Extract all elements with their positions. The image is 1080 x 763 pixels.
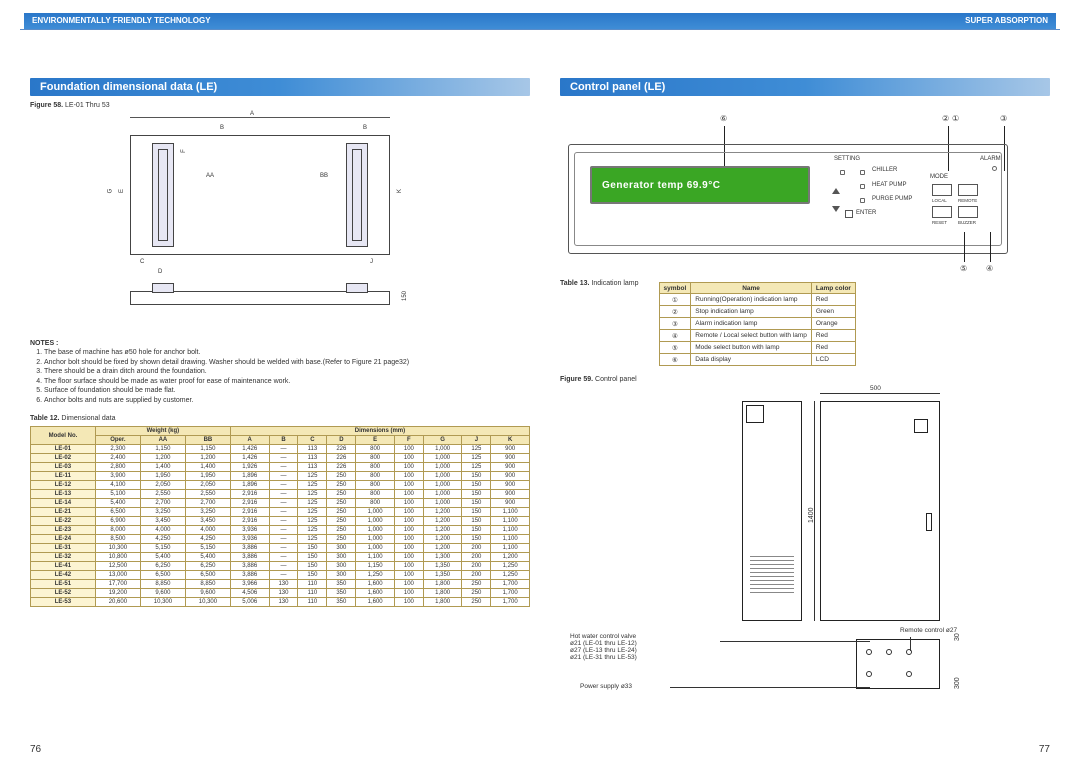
dimensional-data-table: Model No. Weight (kg) Dimensions (mm) Op… (30, 426, 530, 607)
section-title-control-panel: Control panel (LE) (560, 78, 1050, 96)
document-header: ENVIRONMENTALLY FRIENDLY TECHNOLOGY SUPE… (20, 12, 1060, 30)
table-row: ①Running(Operation) indication lampRed (659, 294, 855, 306)
note-item: Surface of foundation should be made fla… (44, 386, 530, 395)
section-title-foundation: Foundation dimensional data (LE) (30, 78, 530, 96)
table-row: LE-5117,7008,8508,8503,9661301103501,600… (31, 580, 530, 589)
note-item: Anchor bolts and nuts are supplied by cu… (44, 396, 530, 405)
note-item: The floor surface should be made as wate… (44, 377, 530, 386)
table-row: LE-012,3001,1501,1501,426—1132268001001,… (31, 445, 530, 454)
figure58-caption: Figure 58. LE-01 Thru 53 (30, 102, 530, 109)
table-row: ④Remote / Local select button with lampR… (659, 330, 855, 342)
table-row: LE-135,1002,5502,5502,916—1252508001001,… (31, 490, 530, 499)
table-row: LE-022,4001,2001,2001,426—1132268001001,… (31, 454, 530, 463)
table-row: LE-032,8001,4001,4001,926—1132268001001,… (31, 463, 530, 472)
foundation-drawing: A B B G E F K AA BB C D J 150 (30, 113, 490, 333)
table13-caption: Table 13. Indication lamp (560, 278, 639, 287)
table-row: LE-4112,5006,2506,2503,886—1503001,15010… (31, 562, 530, 571)
control-panel-illustration: ⑥ ② ① ③ Generator temp 69.9°C SETTING CH… (560, 114, 1040, 274)
table-row: LE-216,5003,2503,2502,916—1252501,000100… (31, 508, 530, 517)
indication-lamp-table: symbolNameLamp color ①Running(Operation)… (659, 282, 856, 366)
page-number-right: 77 (1039, 744, 1050, 755)
table-row: LE-5219,2009,6009,6004,5061301103501,600… (31, 589, 530, 598)
table-row: LE-3210,8005,4005,4003,886—1503001,10010… (31, 553, 530, 562)
callout-3: ③ (1000, 114, 1007, 123)
figure59-caption: Figure 59. Control panel (560, 376, 1050, 383)
note-item: The base of machine has ø50 hole for anc… (44, 348, 530, 357)
page-number-left: 76 (30, 744, 41, 755)
table-row: LE-4213,0006,5006,5003,886—1503001,25010… (31, 571, 530, 580)
table-row: LE-238,0004,0004,0003,936—1252501,000100… (31, 526, 530, 535)
table-row: ②Stop indication lampGreen (659, 306, 855, 318)
callout-1: ① (952, 114, 959, 123)
table-row: ⑥Data displayLCD (659, 354, 855, 366)
header-right: SUPER ABSORPTION (965, 16, 1048, 25)
remote-control-label: Remote control ø27 (900, 627, 957, 634)
table-row: LE-145,4002,7002,7002,916—1252508001001,… (31, 499, 530, 508)
table-row: LE-226,9003,4503,4502,916—1252501,000100… (31, 517, 530, 526)
table-row: LE-5320,60010,30010,3005,0061301103501,6… (31, 598, 530, 607)
table-row: LE-113,9001,9501,9501,896—1252508001001,… (31, 472, 530, 481)
header-left: ENVIRONMENTALLY FRIENDLY TECHNOLOGY (32, 16, 211, 25)
note-item: Anchor bolt should be fixed by shown det… (44, 358, 530, 367)
callout-6: ⑥ (720, 114, 727, 123)
callout-2: ② (942, 114, 949, 123)
table-row: LE-3110,3005,1505,1503,886—1503001,00010… (31, 544, 530, 553)
control-panel-cabinet-drawing: 500 1400 300 30 Hot water control valve … (690, 393, 1010, 703)
hot-water-label: Hot water control valve ø21 (LE-01 thru … (570, 633, 720, 661)
notes-block: NOTES : The base of machine has ø50 hole… (30, 339, 530, 405)
table-row: ③Alarm indication lampOrange (659, 318, 855, 330)
callout-4: ④ (986, 264, 993, 273)
table-row: LE-124,1002,0502,0501,896—1252508001001,… (31, 481, 530, 490)
table12-caption: Table 12. Dimensional data (30, 415, 530, 422)
table-row: ⑤Mode select button with lampRed (659, 342, 855, 354)
power-supply-label: Power supply ø33 (580, 683, 632, 690)
lcd-display: Generator temp 69.9°C (590, 166, 810, 204)
callout-5: ⑤ (960, 264, 967, 273)
note-item: There should be a drain ditch around the… (44, 367, 530, 376)
table-row: LE-248,5004,2504,2503,936—1252501,000100… (31, 535, 530, 544)
